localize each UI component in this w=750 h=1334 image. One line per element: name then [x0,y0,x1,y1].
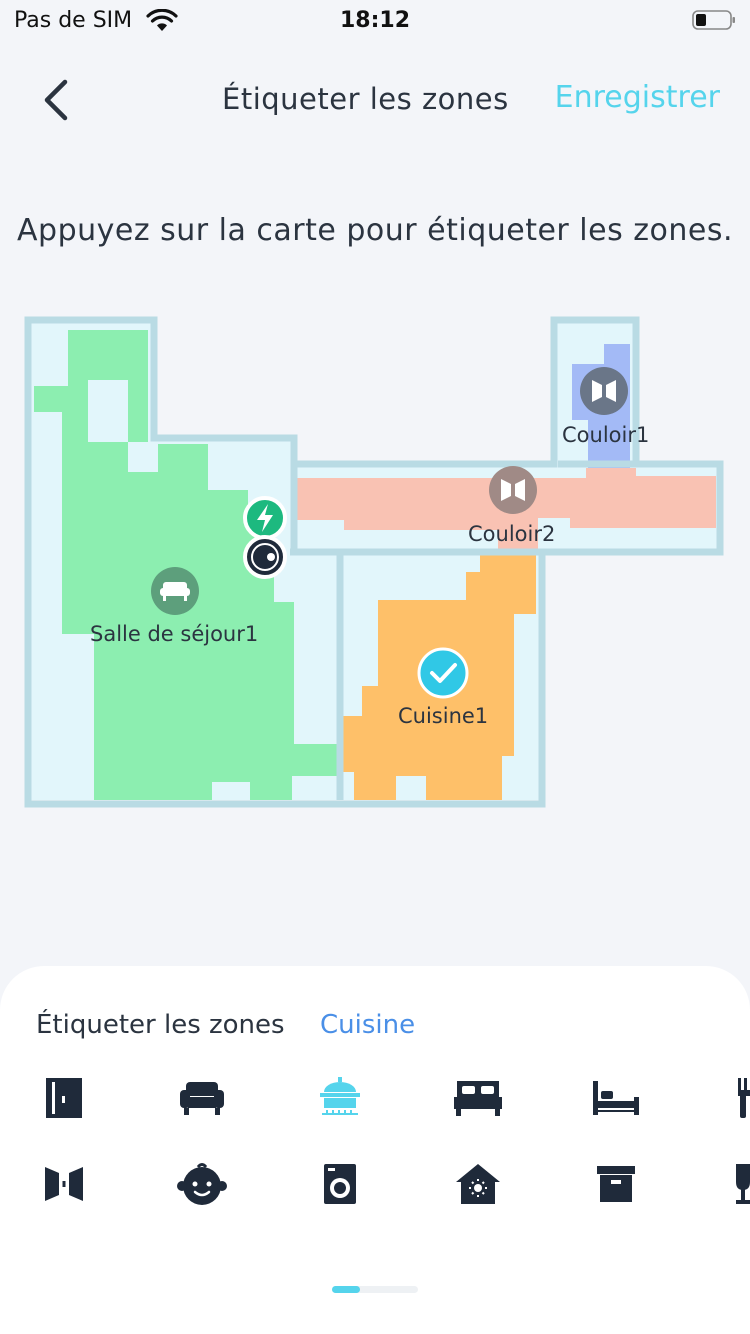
wardrobe-icon[interactable] [32,1066,96,1130]
room-label-cuisine: Cuisine1 [398,704,489,728]
wine-glass-icon[interactable] [722,1152,750,1216]
room-type-grid [0,1066,750,1266]
corridor-icon[interactable] [32,1152,96,1216]
baby-icon[interactable] [170,1152,234,1216]
washing-machine-icon[interactable] [308,1152,372,1216]
robot-icon [243,535,287,579]
single-bed-icon[interactable] [584,1066,648,1130]
map-canvas[interactable] [0,300,750,840]
room-marker-check-icon[interactable] [417,647,469,699]
room-label-couloir1: Couloir1 [562,423,650,447]
double-bed-icon[interactable] [446,1066,510,1130]
chevron-left-icon [44,79,68,121]
sheet-title: Étiqueter les zones [36,1010,285,1040]
selected-label: Cuisine [320,1010,416,1040]
back-button[interactable] [30,74,82,126]
page-title: Étiqueter les zones [222,82,509,116]
nav-bar: Étiqueter les zones Enregistrer [0,60,750,140]
room-label-couloir2: Couloir2 [468,522,556,546]
room-marker-sofa-icon[interactable] [151,567,199,615]
status-bar: Pas de SIM 18:12 [0,0,750,40]
storage-box-icon[interactable] [584,1152,648,1216]
save-button[interactable]: Enregistrer [555,80,720,115]
charger-icon [243,496,287,540]
battery-icon [692,10,736,30]
dining-icon[interactable] [722,1066,750,1130]
room-label-salle-de-sejour: Salle de séjour1 [90,622,259,646]
status-time: 18:12 [339,8,411,33]
floor-map[interactable]: Salle de séjour1 Cuisine1 Couloir1 Coulo… [0,300,750,840]
page-indicator-active [332,1286,360,1293]
page-indicator [332,1286,418,1293]
instruction-text: Appuyez sur la carte pour étiqueter les … [17,213,733,248]
label-sheet: Étiqueter les zones Cuisine [0,966,750,1334]
kitchen-pot-icon[interactable] [308,1066,372,1130]
room-marker-door-icon-2[interactable] [489,466,537,514]
sofa-icon[interactable] [170,1066,234,1130]
house-icon[interactable] [446,1152,510,1216]
room-marker-door-icon[interactable] [580,367,628,415]
